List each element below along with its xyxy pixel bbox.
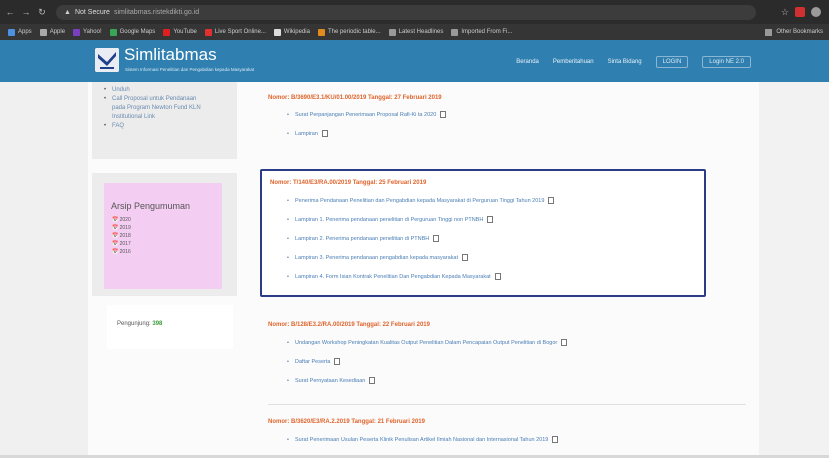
announcement-link[interactable]: Penerima Pendanaan Penelitian dan Pengab… (287, 192, 555, 211)
bookmarks-bar: Apps Apple Yahoo! Google Maps YouTube Li… (0, 24, 829, 40)
visitor-text: Pengunjung: 398 (117, 321, 162, 327)
bookmark-apps[interactable]: Apps (8, 28, 32, 36)
bookmark-live-sport[interactable]: Live Sport Online... (204, 28, 266, 36)
announcement-link[interactable]: Surat Perpanjangan Penerimaan Proposal R… (287, 106, 447, 125)
bookmark-star-icon[interactable]: ☆ (781, 7, 789, 18)
folder-icon (765, 28, 773, 36)
announcement-link[interactable]: Undangan Workshop Peningkatan Kualitas O… (287, 334, 568, 353)
url-text: simlitabmas.ristekdikti.go.id (113, 8, 200, 16)
archive-year-link[interactable]: 📅 2017 (112, 240, 131, 248)
sidebar-link-call-proposal-3[interactable]: Institutional Link (106, 113, 237, 122)
nav-beranda[interactable]: Beranda (516, 59, 539, 65)
folder-icon (451, 28, 459, 36)
site-subtitle: Sistem Informasi Penelitian dan Pengabdi… (125, 67, 255, 72)
security-label: Not Secure (74, 8, 110, 16)
announcement-list: Penerima Pendanaan Penelitian dan Pengab… (287, 192, 555, 287)
logo-icon (95, 48, 119, 72)
sidebar-link-call-proposal[interactable]: Call Proposal untuk Pendanaan (104, 95, 237, 104)
sidebar-links: Unduh Call Proposal untuk Pendanaan pada… (92, 82, 237, 159)
pdf-icon[interactable] (334, 358, 341, 366)
pdf-icon[interactable] (369, 377, 376, 385)
visitor-count: 398 (152, 321, 163, 327)
pdf-icon[interactable] (321, 130, 328, 138)
browser-toolbar: ← → ↻ ▲ Not Secure simlitabmas.ristekdik… (0, 0, 829, 24)
visitor-counter: Pengunjung: 398 (107, 305, 233, 349)
archive-years: 📅 2020 📅 2019 📅 2018 📅 2017 📅 2016 (112, 216, 131, 256)
announcement-heading: Nomor: B/3690/E3.1/KU/01.00/2019 Tanggal… (268, 95, 442, 101)
announcement-link[interactable]: Lampiran 3. Penerima pendanaan pengabdia… (287, 249, 554, 268)
archive-year-link[interactable]: 📅 2016 (112, 248, 131, 256)
bookmark-youtube[interactable]: YouTube (163, 28, 197, 36)
top-navigation: Beranda Pemberitahuan Sinta Bidang LOGIN… (516, 56, 751, 68)
maps-icon (109, 28, 117, 36)
site-header: Simlitabmas Sistem Informasi Penelitian … (0, 40, 829, 82)
sidebar-link-faq[interactable]: FAQ (104, 122, 237, 131)
login-ne-button[interactable]: Login NE 2.0 (702, 56, 751, 68)
warning-icon: ▲ (64, 8, 71, 16)
archive-title: Arsip Pengumuman (111, 201, 191, 211)
bookmark-yahoo[interactable]: Yahoo! (73, 28, 102, 36)
bookmark-imported[interactable]: Imported From Fi... (451, 28, 512, 36)
announcement-list: Surat Penerimaan Usulan Peserta Klinik P… (287, 431, 559, 450)
announcement-link[interactable]: Daftar Peserta (287, 353, 567, 372)
folder-icon (388, 28, 396, 36)
archive-year-link[interactable]: 📅 2019 (112, 224, 131, 232)
pdf-icon[interactable] (561, 339, 568, 347)
nav-sinta-bidang[interactable]: Sinta Bidang (608, 59, 642, 65)
announcement-link[interactable]: Lampiran 4. Form Isian Kontrak Penelitia… (287, 268, 554, 287)
announcement-list: Undangan Workshop Peningkatan Kualitas O… (287, 334, 568, 391)
pdf-icon[interactable] (552, 436, 559, 444)
bookmark-latest-headlines[interactable]: Latest Headlines (388, 28, 443, 36)
bookmark-google-maps[interactable]: Google Maps (109, 28, 155, 36)
announcement-heading: Nomor: T/140/E3/RA.00/2019 Tanggal: 25 F… (270, 180, 427, 186)
nav-pemberitahuan[interactable]: Pemberitahuan (553, 59, 594, 65)
pdf-icon[interactable] (494, 273, 501, 281)
bookmark-periodic-table[interactable]: The periodic table... (317, 28, 381, 36)
visitor-label: Pengunjung: (117, 321, 151, 327)
extension-icon[interactable] (795, 7, 805, 17)
divider (268, 404, 746, 405)
live-sport-icon (204, 28, 212, 36)
forward-icon[interactable]: → (20, 7, 32, 17)
announcement-heading: Nomor: B/3620/E3/RA.2.2019 Tanggal: 21 F… (268, 419, 425, 425)
right-gutter (759, 82, 829, 458)
site-logo[interactable] (95, 48, 119, 72)
site-title: Simlitabmas (124, 45, 217, 64)
apps-icon (8, 28, 15, 36)
pdf-icon[interactable] (548, 197, 555, 205)
archive-box: Arsip Pengumuman 📅 2020 📅 2019 📅 2018 📅 … (104, 183, 222, 289)
archive-year-link[interactable]: 📅 2018 (112, 232, 131, 240)
archive-panel: Arsip Pengumuman 📅 2020 📅 2019 📅 2018 📅 … (92, 173, 237, 296)
announcement-link[interactable]: Lampiran 2. Penerima pendanaan penelitia… (287, 230, 554, 249)
other-bookmarks[interactable]: Other Bookmarks (765, 28, 829, 36)
apple-icon (39, 28, 47, 36)
bookmark-apple[interactable]: Apple (39, 28, 65, 36)
periodic-table-icon (317, 28, 325, 36)
announcement-link[interactable]: Lampiran 1. Penerima pendanaan penelitia… (287, 211, 554, 230)
announcement-link[interactable]: Lampiran (287, 125, 446, 144)
announcement-link[interactable]: Surat Penerimaan Usulan Peserta Klinik P… (287, 431, 559, 450)
sidebar-link-call-proposal-2[interactable]: pada Program Newton Fund KLN (106, 104, 237, 113)
wikipedia-icon (273, 28, 281, 36)
announcement-link[interactable]: Surat Pernyataan Kesediaan (287, 372, 567, 391)
announcement-heading: Nomor: B/128/E3.2/RA.00/2019 Tanggal: 22… (268, 322, 430, 328)
profile-icon[interactable] (811, 7, 821, 17)
announcement-list: Surat Perpanjangan Penerimaan Proposal R… (287, 106, 447, 144)
back-icon[interactable]: ← (4, 7, 16, 17)
yahoo-icon (73, 28, 81, 36)
pdf-icon[interactable] (461, 254, 468, 262)
pdf-icon[interactable] (440, 111, 447, 119)
pdf-icon[interactable] (433, 235, 440, 243)
bookmark-wikipedia[interactable]: Wikipedia (273, 28, 310, 36)
youtube-icon (163, 28, 171, 36)
reload-icon[interactable]: ↻ (36, 7, 48, 18)
sidebar-link-unduh[interactable]: Unduh (104, 86, 237, 95)
archive-year-link[interactable]: 📅 2020 (112, 216, 131, 224)
login-button[interactable]: LOGIN (655, 56, 689, 68)
pdf-icon[interactable] (487, 216, 494, 224)
address-bar[interactable]: ▲ Not Secure simlitabmas.ristekdikti.go.… (56, 4, 756, 20)
